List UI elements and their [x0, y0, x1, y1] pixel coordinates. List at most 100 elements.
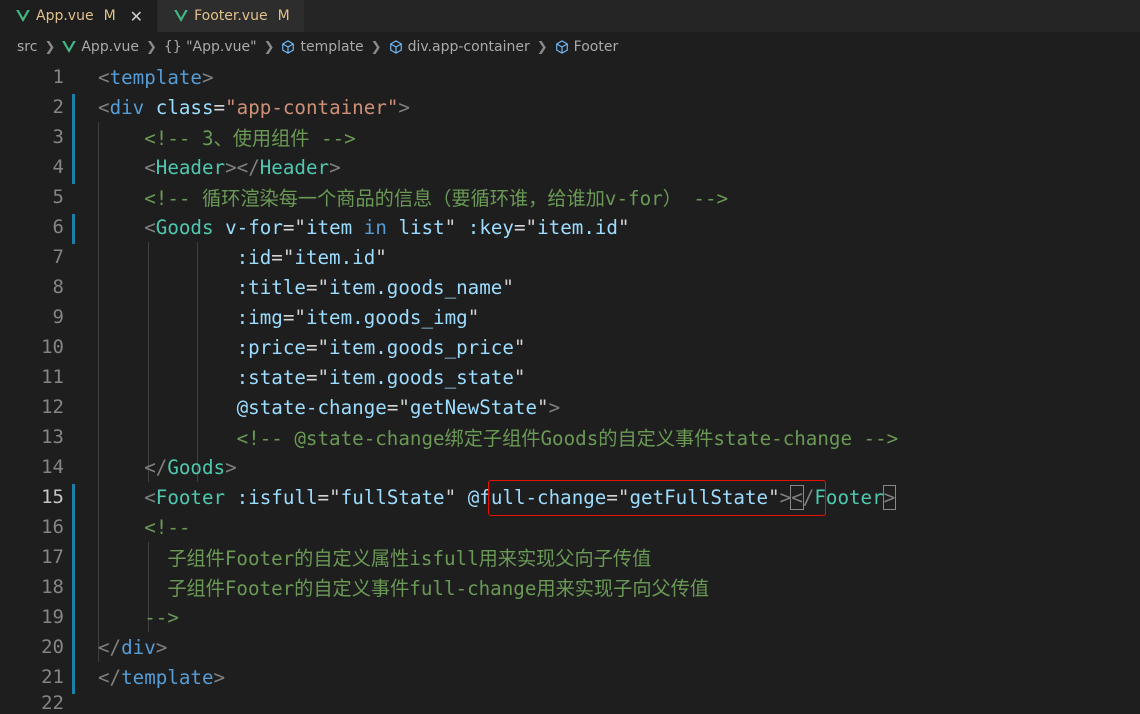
attr-name: :key	[467, 215, 514, 239]
vue-icon	[174, 10, 188, 22]
component-name: Footer	[155, 485, 226, 509]
component-name: Header	[259, 155, 330, 179]
code-line: 5 <!-- 循环渲染每一个商品的信息（要循环谁，给谁加v-for） -->	[0, 182, 1140, 212]
attr-name: :id	[236, 245, 272, 269]
code-line: 14 </Goods>	[0, 452, 1140, 482]
line-number: 3	[52, 126, 64, 148]
expr-var: item.goods_price	[329, 335, 514, 359]
line-number: 4	[52, 156, 64, 178]
tag-name: template	[109, 65, 202, 89]
line-number: 12	[41, 396, 64, 418]
comment: 子组件Footer的自定义事件full-change用来实现子向父传值	[167, 577, 710, 600]
line-number: 20	[41, 636, 64, 658]
close-icon[interactable]: ✕	[130, 7, 143, 26]
breadcrumb-item[interactable]: {} "App.vue"	[164, 39, 257, 55]
expr-var: item.goods_img	[305, 305, 468, 329]
line-number: 13	[41, 426, 64, 448]
cube-icon	[389, 40, 402, 54]
code-line: 17 子组件Footer的自定义属性isfull用来实现父向子传值	[0, 542, 1140, 572]
expr-var: item	[305, 215, 353, 239]
component-name: Goods	[167, 455, 226, 479]
breadcrumb: src ❯ App.vue ❯ {} "App.vue" ❯ template …	[0, 32, 1140, 62]
breadcrumb-item[interactable]: App.vue	[81, 39, 139, 55]
attr-name: :price	[236, 335, 306, 359]
code-line: 19 -->	[0, 602, 1140, 632]
expr-var: item.goods_state	[329, 365, 514, 389]
breadcrumb-item[interactable]: Footer	[574, 39, 619, 55]
chevron-right-icon: ❯	[44, 39, 56, 55]
line-number: 2	[52, 96, 64, 118]
line-number: 17	[41, 546, 64, 568]
line-number: 7	[52, 246, 64, 268]
line-number: 14	[41, 456, 64, 478]
attr-name: :state	[236, 365, 306, 389]
expr-var: item.id	[294, 245, 376, 269]
code-line: 1 <template>	[0, 62, 1140, 92]
code-line: 13 <!-- @state-change绑定子组件Goods的自定义事件sta…	[0, 422, 1140, 452]
expr-var: item.goods_name	[329, 275, 503, 299]
breadcrumb-item[interactable]: src	[17, 39, 37, 55]
breadcrumb-item[interactable]: template	[300, 39, 363, 55]
expr-var: fullState	[340, 485, 445, 509]
comment: <!-- 循环渲染每一个商品的信息（要循环谁，给谁加v-for） -->	[144, 187, 729, 210]
code-line: 12 @state-change="getNewState">	[0, 392, 1140, 422]
attr-name: v-for	[225, 215, 283, 239]
modified-badge: M	[277, 8, 290, 24]
code-line: 21 </template>	[0, 662, 1140, 692]
code-line: 16 <!--	[0, 512, 1140, 542]
code-line: 7 :id="item.id"	[0, 242, 1140, 272]
line-number: 10	[41, 336, 64, 358]
line-number: 16	[41, 516, 64, 538]
comment: <!-- @state-change绑定子组件Goods的自定义事件state-…	[236, 427, 899, 450]
vue-icon	[16, 10, 30, 22]
component-name: Goods	[155, 215, 214, 239]
expr-var: getNewState	[409, 395, 537, 419]
attr-name: :img	[236, 305, 283, 329]
tab-footer-vue[interactable]: Footer.vue M	[158, 0, 305, 32]
chevron-right-icon: ❯	[145, 39, 157, 55]
code-line: 8 :title="item.goods_name"	[0, 272, 1140, 302]
code-line: 4 <Header></Header>	[0, 152, 1140, 182]
code-editor[interactable]: 1 <template> 2 <div class="app-container…	[0, 62, 1140, 714]
attr-name: :isfull	[236, 485, 318, 509]
expr-var: list	[398, 215, 445, 239]
attr-name: class	[155, 95, 214, 119]
chevron-right-icon: ❯	[370, 39, 382, 55]
code-line: 20 </div>	[0, 632, 1140, 662]
chevron-right-icon: ❯	[263, 39, 275, 55]
code-line: 3 <!-- 3、使用组件 -->	[0, 122, 1140, 152]
tag-name: template	[121, 665, 214, 689]
tag-name: div	[121, 635, 156, 659]
cube-icon	[282, 40, 295, 54]
code-line: 2 <div class="app-container">	[0, 92, 1140, 122]
tab-app-vue[interactable]: App.vue M ✕	[0, 0, 159, 32]
comment: -->	[144, 605, 179, 629]
expr-keyword: in	[363, 215, 387, 239]
bracket-match: >	[882, 484, 897, 510]
code-line: 11 :state="item.goods_state"	[0, 362, 1140, 392]
code-line: 22	[0, 692, 1140, 714]
vue-icon	[62, 41, 77, 53]
annotation-highlight-box	[488, 480, 826, 516]
component-name: Header	[155, 155, 226, 179]
line-number: 1	[52, 66, 64, 88]
code-line: 9 :img="item.goods_img"	[0, 302, 1140, 332]
line-number: 19	[41, 606, 64, 628]
tab-label: Footer.vue	[194, 8, 268, 24]
attr-name: @state-change	[236, 395, 387, 419]
code-line: 6 <Goods v-for="item in list" :key="item…	[0, 212, 1140, 242]
line-number: 18	[41, 576, 64, 598]
code-line: 10 :price="item.goods_price"	[0, 332, 1140, 362]
line-number: 6	[52, 216, 64, 238]
line-number: 9	[52, 306, 64, 328]
attr-value: "app-container"	[225, 95, 399, 119]
code-line-current: 15 <Footer :isfull="fullState" @full-cha…	[0, 480, 1140, 516]
cube-icon	[555, 40, 568, 54]
tag-name: div	[109, 95, 145, 119]
line-number: 5	[52, 186, 64, 208]
code-line: 18 子组件Footer的自定义事件full-change用来实现子向父传值	[0, 572, 1140, 602]
breadcrumb-item[interactable]: div.app-container	[408, 39, 530, 55]
line-number: 15	[41, 486, 64, 508]
tab-bar: App.vue M ✕ Footer.vue M	[0, 0, 1140, 32]
comment: 子组件Footer的自定义属性isfull用来实现父向子传值	[167, 547, 652, 570]
